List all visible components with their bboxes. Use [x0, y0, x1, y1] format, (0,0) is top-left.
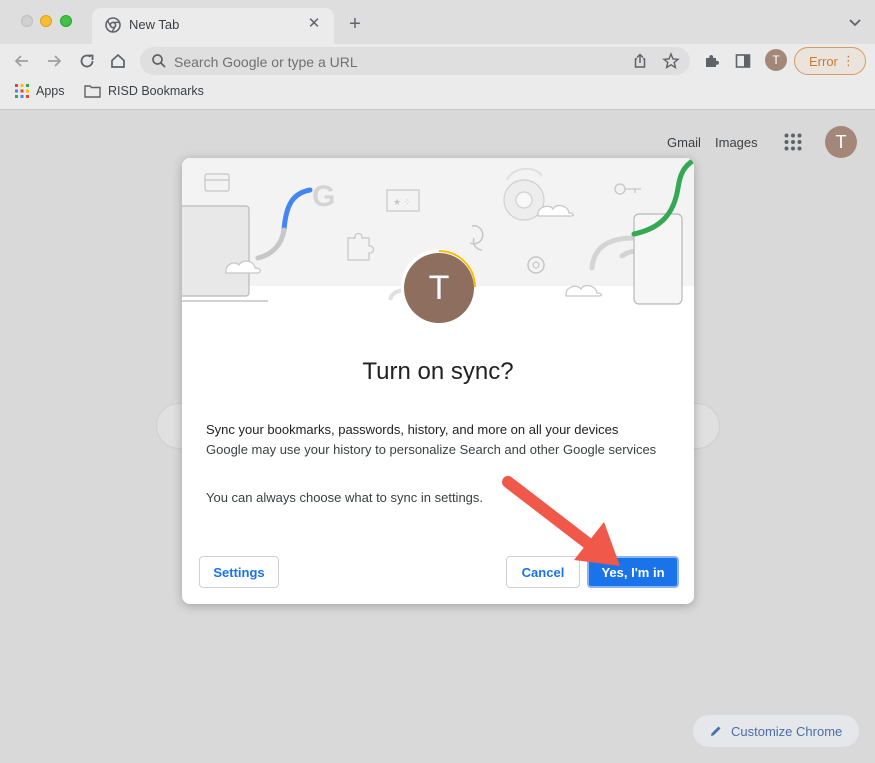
sync-dialog: G ★ ⁘ T Turn on sync? Sync your bookmark… — [182, 158, 694, 604]
tab-new-tab[interactable]: New Tab ✕ — [92, 8, 334, 44]
window-minimize-button[interactable] — [40, 15, 52, 27]
dialog-sync-description: Sync your bookmarks, passwords, history,… — [206, 422, 619, 437]
side-panel-icon[interactable] — [732, 50, 754, 72]
omnibox-placeholder: Search Google or type a URL — [174, 54, 358, 70]
svg-text:G: G — [312, 180, 335, 213]
menu-kebab-icon: ⋮ — [842, 53, 855, 68]
search-icon — [152, 54, 166, 68]
tab-title: New Tab — [129, 17, 180, 32]
dialog-profile-avatar: T — [404, 253, 474, 323]
home-icon[interactable] — [107, 50, 129, 72]
window-close-button[interactable] — [21, 15, 33, 27]
bookmark-label: RISD Bookmarks — [108, 84, 204, 98]
reload-icon[interactable] — [76, 50, 98, 72]
dialog-title: Turn on sync? — [362, 358, 514, 385]
svg-text:★ ⁘: ★ ⁘ — [393, 197, 411, 207]
pencil-icon — [711, 726, 721, 736]
images-link[interactable]: Images — [715, 135, 758, 150]
forward-icon[interactable] — [43, 50, 65, 72]
profile-error-button[interactable]: Error ⋮ — [794, 47, 866, 75]
error-label: Error — [809, 54, 838, 69]
customize-chrome-button[interactable]: Customize Chrome — [693, 715, 859, 747]
bookmarks-bar: Apps RISD Bookmarks — [0, 78, 875, 110]
profile-avatar[interactable]: T — [765, 49, 787, 71]
dialog-history-notice: Google may use your history to personali… — [206, 442, 657, 457]
chrome-icon — [105, 17, 121, 33]
google-apps-icon[interactable] — [784, 133, 802, 151]
dialog-settings-note: You can always choose what to sync in se… — [206, 490, 484, 505]
tab-search-chevron-icon[interactable] — [847, 14, 863, 30]
bookmark-risd-folder[interactable]: RISD Bookmarks — [84, 84, 204, 98]
apps-grid-icon — [15, 84, 29, 98]
customize-chrome-label: Customize Chrome — [731, 723, 843, 739]
tab-strip: New Tab ✕ + — [0, 0, 875, 44]
cancel-button[interactable]: Cancel — [506, 556, 580, 588]
omnibox[interactable]: Search Google or type a URL — [140, 47, 690, 75]
gmail-link[interactable]: Gmail — [667, 135, 701, 150]
share-icon[interactable] — [631, 52, 649, 70]
new-tab-button[interactable]: + — [343, 12, 367, 36]
window-maximize-button[interactable] — [60, 15, 72, 27]
google-account-avatar[interactable]: T — [825, 126, 857, 158]
back-icon[interactable] — [11, 50, 33, 72]
bookmark-label: Apps — [36, 84, 65, 98]
bookmark-star-icon[interactable] — [662, 52, 680, 70]
tab-close-icon[interactable]: ✕ — [304, 14, 324, 34]
folder-icon — [84, 85, 101, 98]
bookmark-apps[interactable]: Apps — [15, 84, 65, 98]
confirm-sync-button[interactable]: Yes, I'm in — [587, 556, 679, 588]
settings-button[interactable]: Settings — [199, 556, 279, 588]
extensions-icon[interactable] — [701, 50, 723, 72]
toolbar: Search Google or type a URL T Error ⋮ — [0, 44, 875, 78]
